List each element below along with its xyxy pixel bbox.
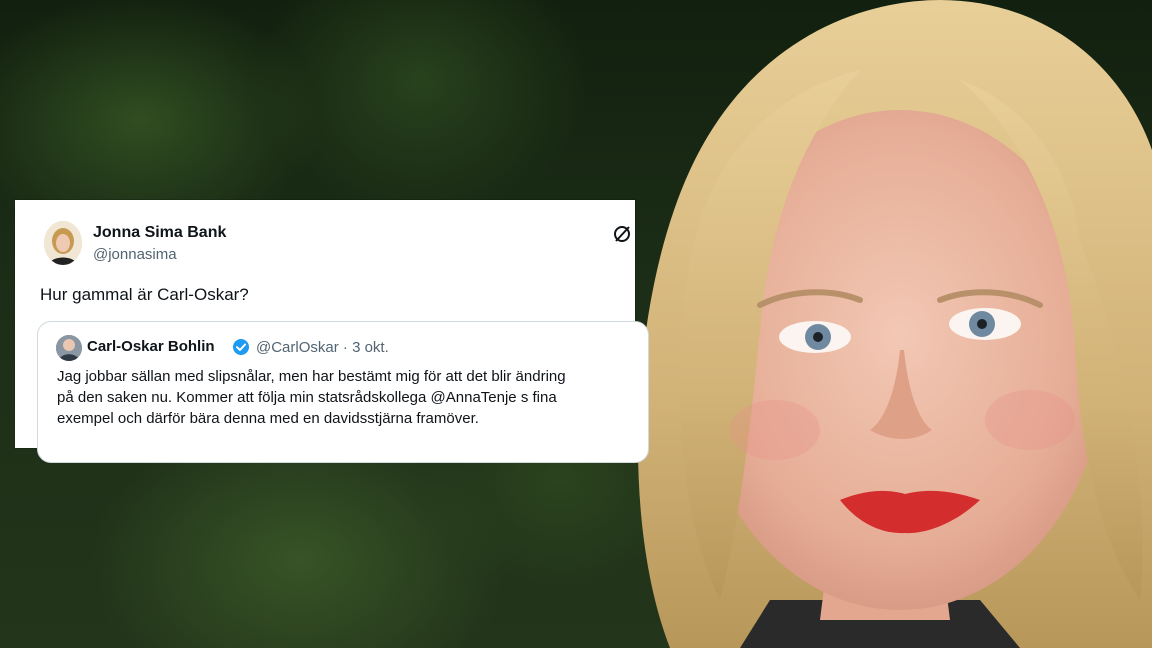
meta-separator: ·: [342, 339, 348, 356]
quoted-text-line: på den saken nu. Kommer att följa min st…: [57, 389, 557, 406]
author-name[interactable]: Jonna Sima Bank: [93, 224, 226, 242]
author-handle[interactable]: @jonnasima: [93, 246, 177, 263]
tweet-text: Hur gammal är Carl-Oskar?: [40, 285, 249, 304]
quoted-tweet-text: Jag jobbar sällan med slipsnålar, men ha…: [57, 366, 637, 429]
quoted-author-name[interactable]: Carl-Oskar Bohlin: [87, 338, 215, 355]
verified-badge-icon: [233, 339, 249, 355]
quoted-text-line: Jag jobbar sällan med slipsnålar, men ha…: [57, 368, 566, 385]
quoted-author-avatar: [56, 335, 82, 361]
x-logo-icon[interactable]: [612, 224, 632, 244]
quoted-meta: @CarlOskar · 3 okt.: [256, 339, 389, 356]
quoted-text-line: exempel och därför bära denna med en dav…: [57, 410, 479, 427]
quoted-author-handle[interactable]: @CarlOskar: [256, 339, 339, 356]
author-avatar: [44, 221, 82, 265]
portrait-photo: [637, 0, 1152, 648]
quoted-date[interactable]: 3 okt.: [352, 339, 389, 356]
